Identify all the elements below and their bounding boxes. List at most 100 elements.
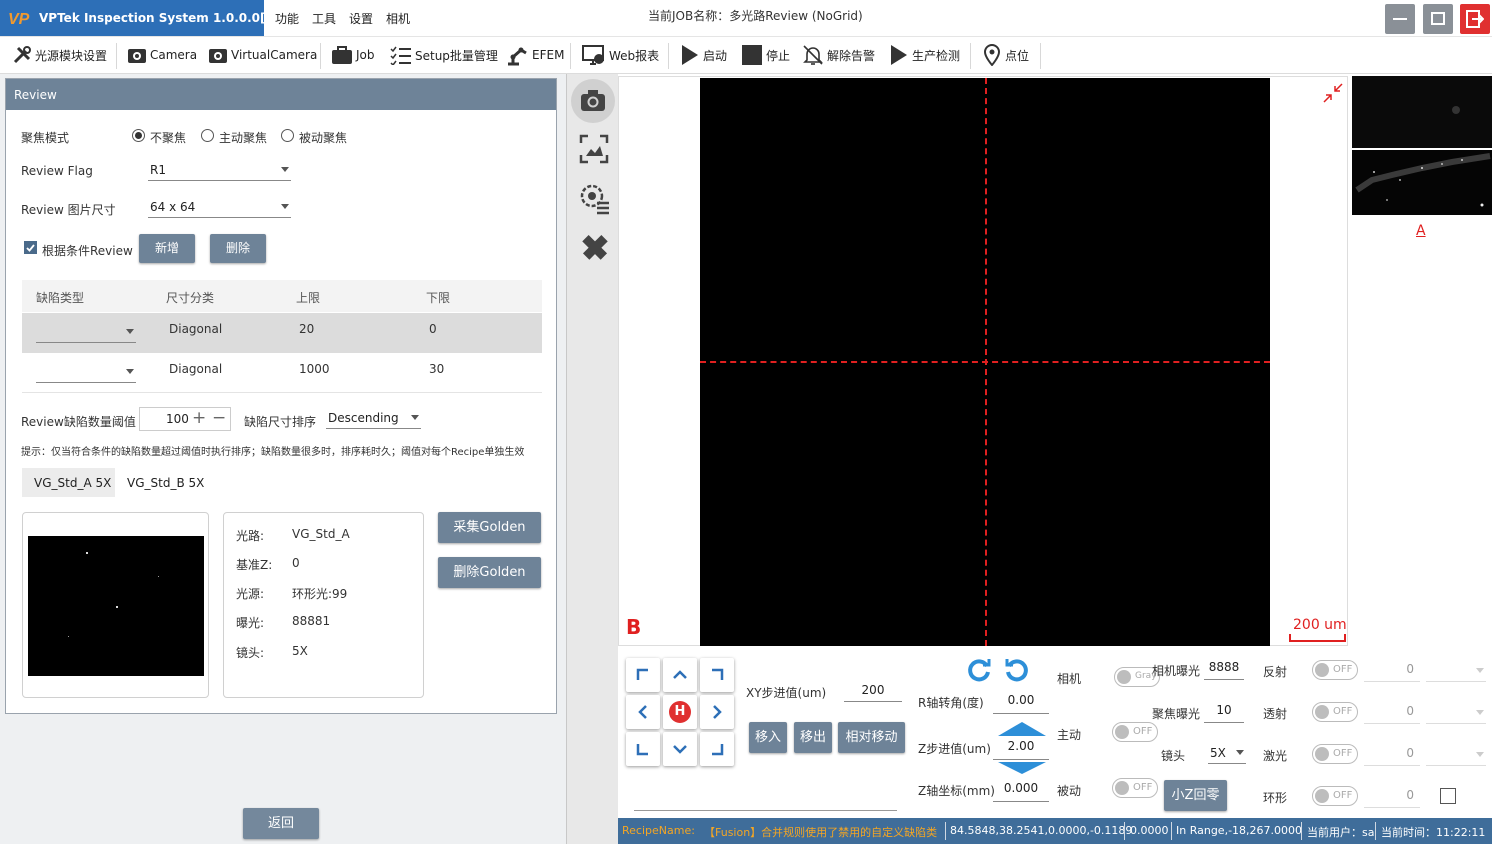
toolbar-point-button[interactable]: 点位 bbox=[982, 37, 1029, 73]
live-image[interactable] bbox=[700, 78, 1270, 646]
review-flag-select[interactable]: R1 bbox=[148, 161, 291, 181]
status-recipe: RecipeName: bbox=[622, 824, 695, 837]
move-out-button[interactable]: 移出 bbox=[794, 722, 832, 753]
reflect-light-select[interactable] bbox=[1426, 662, 1486, 682]
toolbar-clear-alarm-button[interactable]: 解除告警 bbox=[802, 37, 875, 73]
lens-select[interactable]: 5X bbox=[1208, 744, 1246, 764]
toolbar-virtual-camera-button[interactable]: VirtualCamera bbox=[208, 37, 317, 73]
rotate-cw-icon[interactable] bbox=[1004, 658, 1030, 684]
status-divider bbox=[1171, 822, 1172, 840]
thumbnail-image[interactable] bbox=[1352, 150, 1492, 215]
jog-down-left-button[interactable] bbox=[626, 732, 660, 766]
condition-review-label: 根据条件Review bbox=[42, 244, 133, 258]
image-viewer[interactable]: B 200 um bbox=[618, 76, 1348, 646]
check-icon bbox=[26, 244, 35, 252]
measure-button[interactable] bbox=[571, 224, 615, 268]
menu-camera[interactable]: 相机 bbox=[386, 10, 410, 27]
label-a[interactable]: A bbox=[1416, 223, 1426, 239]
move-in-button[interactable]: 移入 bbox=[749, 722, 787, 753]
table-row[interactable]: Diagonal 20 0 bbox=[22, 313, 542, 353]
ring-light-checkbox[interactable] bbox=[1440, 788, 1456, 804]
z-down-arrow-icon[interactable] bbox=[998, 760, 1046, 776]
toolbar-efem-button[interactable]: EFEM bbox=[505, 37, 564, 73]
xy-step-label: XY步进值(um) bbox=[746, 686, 827, 700]
thumbnail-image[interactable] bbox=[1352, 76, 1492, 148]
home-button[interactable]: H bbox=[663, 695, 697, 729]
small-z-home-button[interactable]: 小Z回零 bbox=[1164, 780, 1227, 811]
z-up-arrow-icon[interactable] bbox=[998, 720, 1046, 738]
defect-type-select[interactable] bbox=[36, 323, 136, 343]
jog-left-button[interactable] bbox=[626, 695, 660, 729]
transmit-light-toggle[interactable]: OFF bbox=[1312, 702, 1358, 722]
jog-up-right-button[interactable] bbox=[700, 658, 734, 692]
threshold-stepper[interactable]: 100 + − bbox=[139, 407, 231, 431]
sort-select[interactable]: Descending bbox=[326, 409, 421, 429]
laser-light-toggle[interactable]: OFF bbox=[1312, 744, 1358, 764]
delete-golden-button[interactable]: 删除Golden bbox=[438, 557, 541, 588]
camera-icon bbox=[209, 49, 227, 63]
reflect-light-value[interactable]: 0 bbox=[1364, 662, 1420, 682]
transmit-light-select[interactable] bbox=[1426, 704, 1486, 724]
camera-exposure-input[interactable]: 8888 bbox=[1204, 660, 1244, 680]
r-angle-input[interactable]: 0.00 bbox=[993, 692, 1049, 714]
ring-light-value[interactable]: 0 bbox=[1364, 788, 1420, 808]
jog-up-button[interactable] bbox=[663, 658, 697, 692]
tab-vg-std-a[interactable]: VG_Std_A 5X bbox=[22, 468, 115, 497]
minus-icon[interactable]: − bbox=[212, 408, 226, 428]
delete-condition-button[interactable]: 删除 bbox=[210, 234, 266, 263]
tab-vg-std-b[interactable]: VG_Std_B 5X bbox=[115, 468, 208, 497]
collapse-icon[interactable] bbox=[1322, 82, 1344, 104]
cell-lower: 0 bbox=[429, 322, 437, 336]
jog-down-right-button[interactable] bbox=[700, 732, 734, 766]
image-fit-button[interactable] bbox=[571, 126, 615, 170]
info-label: 基准Z: bbox=[236, 558, 273, 572]
maximize-button[interactable] bbox=[1423, 4, 1453, 34]
jog-up-left-button[interactable] bbox=[626, 658, 660, 692]
toolbar-camera-button[interactable]: Camera bbox=[127, 37, 197, 73]
status-coords: 84.5848,38.2541,0.0000,-0.1189 bbox=[950, 824, 1133, 837]
toolbar-production-button[interactable]: 生产检测 bbox=[889, 37, 960, 73]
toolbar-light-module-button[interactable]: 光源模块设置 bbox=[12, 37, 107, 73]
defect-type-select[interactable] bbox=[36, 363, 136, 383]
relative-move-button[interactable]: 相对移动 bbox=[838, 722, 905, 753]
table-row[interactable]: Diagonal 1000 30 bbox=[22, 353, 542, 393]
laser-light-select[interactable] bbox=[1426, 746, 1486, 766]
threshold-label: Review缺陷数量阈值 bbox=[21, 415, 136, 429]
reflect-light-toggle[interactable]: OFF bbox=[1312, 660, 1358, 680]
rotate-ccw-icon[interactable] bbox=[966, 658, 992, 684]
jog-right-button[interactable] bbox=[700, 695, 734, 729]
menu-settings[interactable]: 设置 bbox=[349, 10, 373, 27]
radio-passive-focus[interactable] bbox=[281, 129, 294, 142]
xy-step-input[interactable]: 200 bbox=[844, 680, 902, 702]
capture-button[interactable] bbox=[571, 79, 615, 123]
minimize-button[interactable] bbox=[1385, 4, 1415, 34]
active-focus-toggle[interactable]: OFF bbox=[1112, 722, 1158, 742]
passive-focus-toggle[interactable]: OFF bbox=[1112, 778, 1158, 798]
ring-light-toggle[interactable]: OFF bbox=[1312, 786, 1358, 806]
radio-no-focus[interactable] bbox=[132, 129, 145, 142]
condition-review-checkbox[interactable] bbox=[24, 241, 37, 254]
focus-exposure-input[interactable]: 10 bbox=[1204, 703, 1244, 723]
jog-down-button[interactable] bbox=[663, 732, 697, 766]
status-message: 【Fusion】合并规则使用了禁用的自定义缺陷类 bbox=[704, 826, 938, 839]
z-step-input[interactable]: 2.00 bbox=[993, 738, 1049, 760]
collect-golden-button[interactable]: 采集Golden bbox=[438, 512, 541, 543]
toolbar-label: Camera bbox=[150, 48, 198, 62]
exit-button[interactable] bbox=[1460, 4, 1490, 34]
menu-function[interactable]: 功能 bbox=[275, 10, 299, 27]
add-condition-button[interactable]: 新增 bbox=[139, 234, 195, 263]
toolbar-web-report-button[interactable]: Web报表 bbox=[582, 37, 659, 73]
settings-list-button[interactable] bbox=[571, 175, 615, 219]
menu-tools[interactable]: 工具 bbox=[312, 10, 336, 27]
transmit-light-value[interactable]: 0 bbox=[1364, 704, 1420, 724]
radio-active-focus[interactable] bbox=[201, 129, 214, 142]
back-button[interactable]: 返回 bbox=[243, 808, 319, 839]
toolbar-stop-button[interactable]: 停止 bbox=[741, 37, 790, 73]
radio-label: 被动聚焦 bbox=[299, 131, 348, 145]
toolbar-start-button[interactable]: 启动 bbox=[680, 37, 727, 73]
laser-light-value[interactable]: 0 bbox=[1364, 746, 1420, 766]
plus-icon[interactable]: + bbox=[192, 408, 206, 428]
toolbar-setup-batch-button[interactable]: Setup批量管理 bbox=[390, 37, 498, 73]
review-size-select[interactable]: 64 x 64 bbox=[148, 198, 291, 218]
toolbar-job-button[interactable]: Job bbox=[331, 37, 375, 73]
